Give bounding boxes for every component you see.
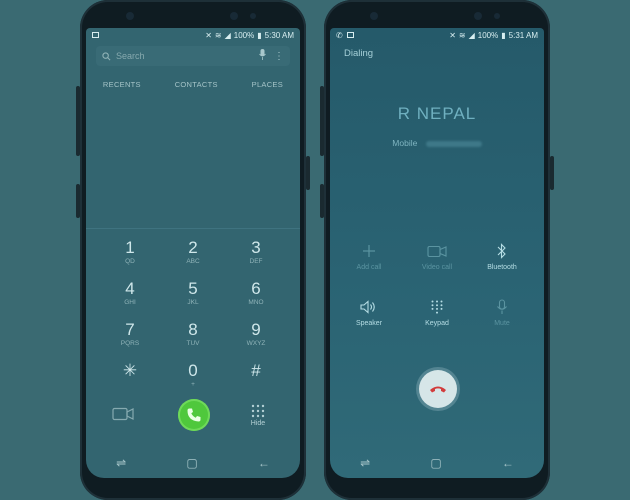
plus-icon: [363, 245, 375, 257]
back-icon[interactable]: ←: [502, 456, 514, 470]
key-star[interactable]: ✳: [100, 361, 160, 389]
nav-bar: ⇌ ▢ ←: [330, 454, 544, 472]
voice-search-icon[interactable]: [259, 49, 266, 63]
key-0[interactable]: 0 +: [163, 361, 223, 389]
end-call-button[interactable]: [419, 370, 457, 408]
status-bar: ✆ ✕ ≋ ◢ 100% ▮ 5:31 AM: [330, 28, 544, 42]
battery-icon: ▮: [257, 30, 262, 40]
iris-sensor-icon: [250, 13, 256, 19]
iris-sensor-icon: [494, 13, 500, 19]
wifi-icon: ≋: [214, 30, 222, 40]
battery-percent: 100%: [233, 30, 255, 40]
key-3[interactable]: 3 DEF: [226, 238, 286, 266]
recent-apps-icon[interactable]: ⇌: [116, 456, 126, 470]
tab-contacts[interactable]: CONTACTS: [169, 76, 224, 93]
key-6[interactable]: 6 MNO: [226, 279, 286, 307]
dialer-actions: Hide: [86, 399, 300, 441]
signal-icon: ◢: [224, 30, 231, 40]
battery-icon: ▮: [501, 30, 506, 40]
redacted-number: [425, 140, 482, 147]
dialer-tabs: RECENTS CONTACTS PLACES: [86, 76, 300, 93]
add-call-button[interactable]: Add call: [339, 242, 399, 271]
back-icon[interactable]: ←: [258, 456, 270, 470]
call-state: Dialing: [344, 48, 374, 59]
search-icon: [102, 51, 111, 60]
keypad-button[interactable]: Keypad: [407, 298, 467, 327]
phone-bezel-top: [80, 0, 306, 28]
battery-percent: 100%: [477, 30, 499, 40]
phone-bezel-top: [324, 0, 550, 28]
key-1[interactable]: 1 QD: [100, 238, 160, 266]
more-options-icon[interactable]: ⋮: [274, 51, 284, 62]
end-call-icon: [430, 386, 446, 393]
key-9[interactable]: 9 WXYZ: [226, 320, 286, 348]
home-icon[interactable]: ▢: [186, 456, 197, 470]
tab-recents[interactable]: RECENTS: [97, 76, 147, 93]
search-input[interactable]: Search: [116, 51, 251, 61]
power-button: [306, 156, 310, 190]
nav-bar: ⇌ ▢ ←: [86, 454, 300, 472]
phone-dialer: ✕ ≋ ◢ 100% ▮ 5:30 AM Search ⋮ RECENTS CO…: [76, 0, 310, 500]
video-call-label: Video call: [421, 264, 453, 271]
caller-name: R NEPAL: [397, 104, 477, 123]
speaker-label: Speaker: [355, 320, 383, 327]
home-icon[interactable]: ▢: [430, 456, 441, 470]
search-bar[interactable]: Search ⋮: [96, 46, 290, 66]
speaker-button[interactable]: Speaker: [339, 298, 399, 327]
bluetooth-icon: [497, 243, 506, 259]
keypad-icon: [431, 300, 443, 314]
recent-apps-icon[interactable]: ⇌: [360, 456, 370, 470]
video-call-icon[interactable]: [112, 407, 134, 421]
mic-icon: [497, 299, 507, 314]
video-call-button[interactable]: Video call: [407, 242, 467, 271]
dialer-screen: ✕ ≋ ◢ 100% ▮ 5:30 AM Search ⋮ RECENTS CO…: [86, 28, 300, 478]
phone-icon: [187, 408, 201, 422]
power-button: [550, 156, 554, 190]
key-hash[interactable]: #: [226, 361, 286, 389]
signal-icon: ◢: [468, 30, 475, 40]
mute-status-icon: ✕: [205, 30, 212, 40]
mute-label: Mute: [494, 320, 510, 327]
caller-number-line: Mobile: [330, 138, 544, 148]
in-call-screen: ✆ ✕ ≋ ◢ 100% ▮ 5:31 AM Dialing R NEPAL M…: [330, 28, 544, 478]
tab-places[interactable]: PLACES: [246, 76, 289, 93]
bixby-button: [320, 184, 324, 218]
keypad-grid-icon: [251, 404, 265, 418]
speaker-icon: [360, 300, 375, 314]
mute-button[interactable]: Mute: [472, 298, 532, 327]
sensor-icon: [126, 12, 134, 20]
video-icon: [427, 245, 447, 257]
keypad-divider: [86, 228, 300, 229]
bixby-button: [76, 184, 80, 218]
hide-label: Hide: [250, 420, 266, 427]
volume-button: [76, 86, 80, 156]
gallery-notification-icon: [346, 32, 354, 38]
sensor-icon: [370, 12, 378, 20]
number-type: Mobile: [392, 138, 418, 148]
wifi-icon: ≋: [458, 30, 466, 40]
bluetooth-button[interactable]: Bluetooth: [472, 242, 532, 271]
hide-keypad-button[interactable]: Hide: [246, 404, 270, 427]
add-call-label: Add call: [356, 264, 382, 271]
mute-status-icon: ✕: [449, 30, 456, 40]
keypad-label: Keypad: [425, 320, 449, 327]
bluetooth-label: Bluetooth: [487, 264, 517, 271]
call-button[interactable]: [178, 399, 210, 431]
gallery-notification-icon: [92, 32, 99, 38]
clock: 5:31 AM: [508, 30, 538, 40]
key-4[interactable]: 4 GHI: [100, 279, 160, 307]
volume-button: [320, 86, 324, 156]
key-8[interactable]: 8 TUV: [163, 320, 223, 348]
status-bar: ✕ ≋ ◢ 100% ▮ 5:30 AM: [86, 28, 300, 42]
clock: 5:30 AM: [264, 30, 294, 40]
front-camera-icon: [474, 12, 482, 20]
key-7[interactable]: 7 PQRS: [100, 320, 160, 348]
front-camera-icon: [230, 12, 238, 20]
key-5[interactable]: 5 JKL: [163, 279, 223, 307]
call-status-icon: ✆: [336, 30, 343, 40]
key-2[interactable]: 2 ABC: [163, 238, 223, 266]
phone-in-call: ✆ ✕ ≋ ◢ 100% ▮ 5:31 AM Dialing R NEPAL M…: [320, 0, 554, 500]
